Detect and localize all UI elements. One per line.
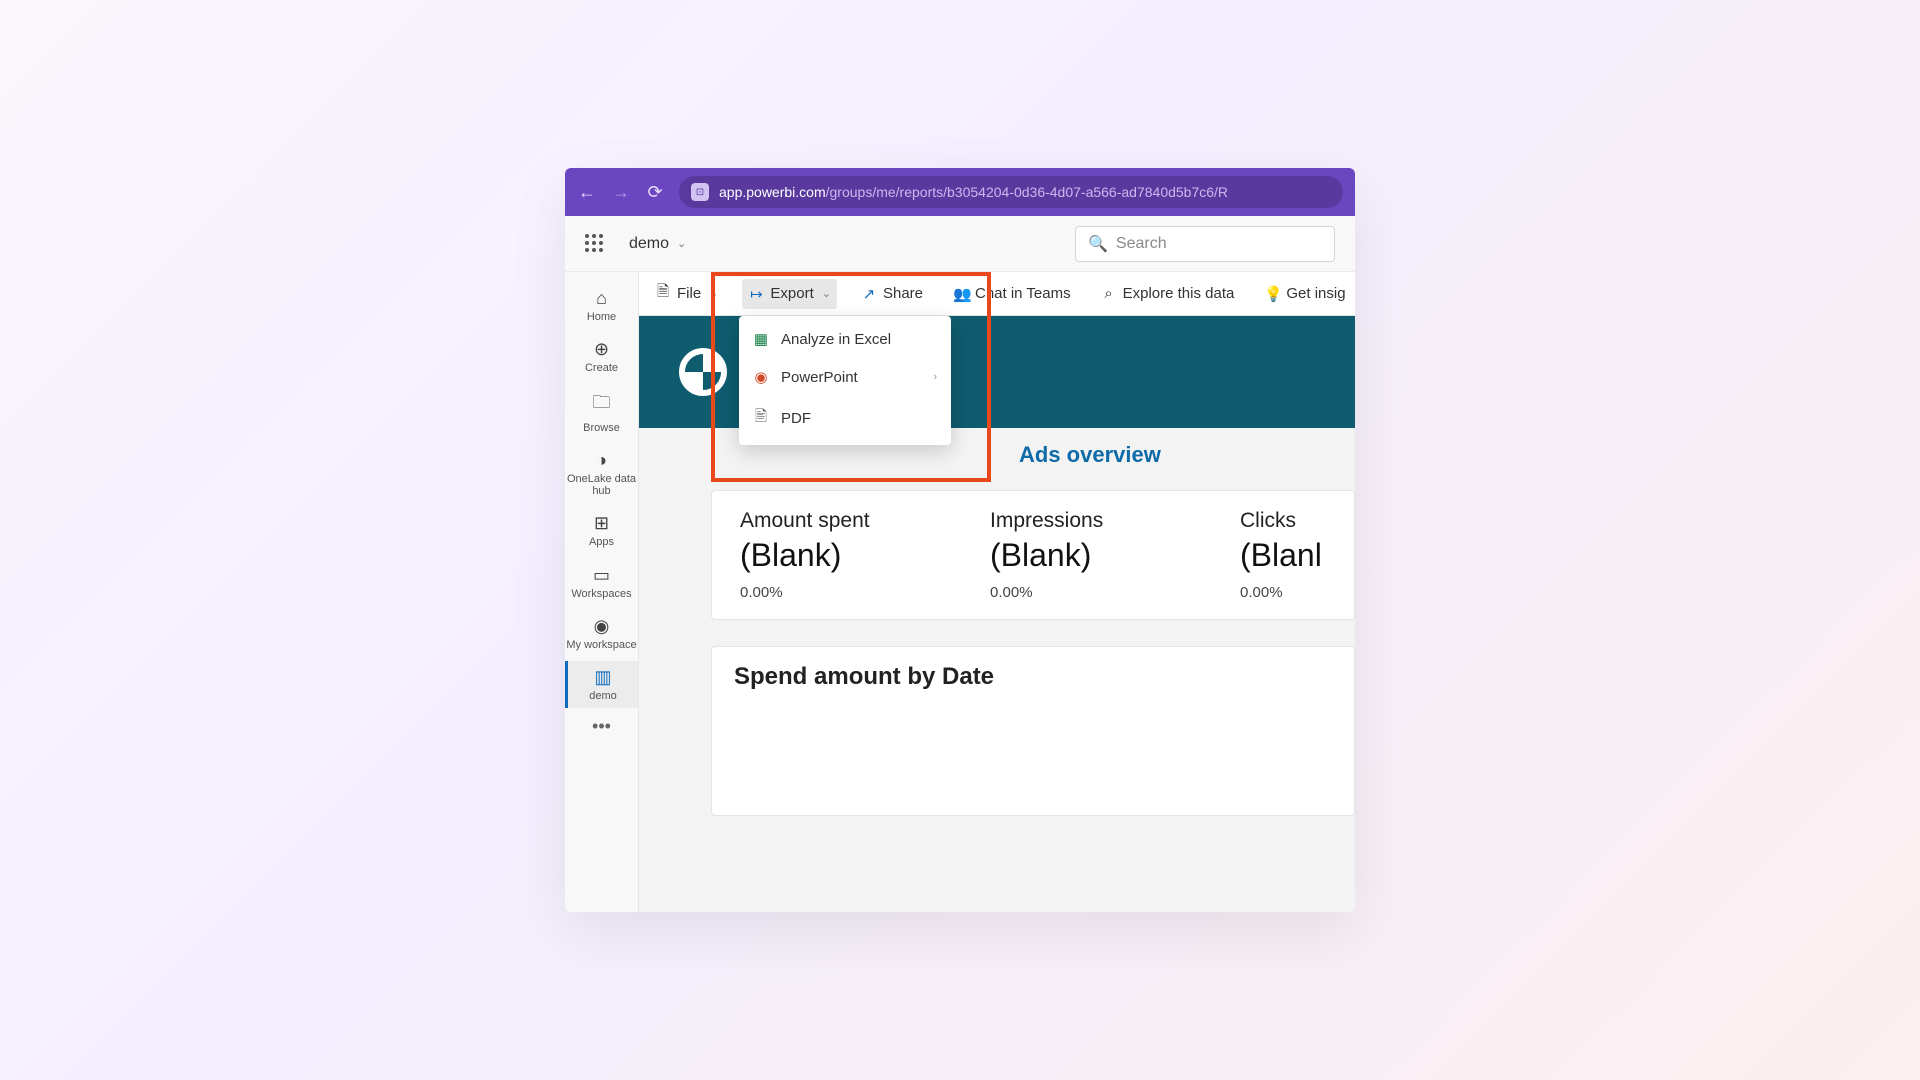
- browser-chrome: ← → ⟳ ⊡ app.powerbi.com/groups/me/report…: [565, 168, 1355, 216]
- export-dropdown: ▦ Analyze in Excel ◉ PowerPoint › 🖹 PDF: [739, 316, 951, 445]
- toolbar-explore-label: Explore this data: [1123, 285, 1235, 302]
- sidebar-item-label: Workspaces: [571, 588, 631, 600]
- back-button[interactable]: ←: [577, 182, 597, 203]
- search-icon: 🔍: [1088, 234, 1108, 254]
- toolbar-chat-label: Chat in Teams: [975, 285, 1071, 302]
- sidebar-item-label: Home: [587, 311, 616, 323]
- chart-title: Spend amount by Date: [734, 663, 1332, 691]
- kpi-title: Clicks: [1240, 509, 1355, 533]
- kpi-value: (Blank): [740, 537, 934, 574]
- toolbar-chat-teams[interactable]: 👥 Chat in Teams: [947, 279, 1077, 309]
- left-nav: ⌂ Home ⊕ Create 🗀 Browse ◑ OneLake data …: [565, 272, 639, 912]
- sidebar-item-browse[interactable]: 🗀 Browse: [565, 384, 638, 440]
- kpi-card-impressions[interactable]: Impressions (Blank) 0.00%: [962, 509, 1212, 601]
- sidebar-item-create[interactable]: ⊕ Create: [565, 333, 638, 380]
- kpi-card-row: Amount spent (Blank) 0.00% Impressions (…: [711, 490, 1355, 620]
- export-powerpoint[interactable]: ◉ PowerPoint ›: [739, 358, 951, 396]
- kpi-title: Impressions: [990, 509, 1184, 533]
- home-icon: ⌂: [596, 288, 607, 309]
- pdf-icon: 🖹: [753, 406, 769, 431]
- address-bar[interactable]: ⊡ app.powerbi.com/groups/me/reports/b305…: [679, 176, 1343, 208]
- app-launcher-icon[interactable]: [585, 234, 605, 254]
- sidebar-item-workspaces[interactable]: ▭ Workspaces: [565, 559, 638, 606]
- excel-icon: ▦: [753, 330, 769, 348]
- chevron-down-icon: ⌄: [709, 287, 718, 300]
- reload-button[interactable]: ⟳: [645, 182, 665, 203]
- toolbar-file[interactable]: 🗎 File ⌄: [649, 275, 724, 312]
- forward-button[interactable]: →: [611, 182, 631, 203]
- toolbar-insights-label: Get insig: [1286, 285, 1345, 302]
- report-toolbar: 🗎 File ⌄ ↦ Export ⌄ ↗ Share 👥 Chat in Te…: [639, 272, 1355, 316]
- kpi-card-clicks[interactable]: Clicks (Blanl 0.00%: [1212, 509, 1355, 601]
- toolbar-explore[interactable]: ⌕ Explore this data: [1095, 279, 1241, 308]
- kpi-sub: 0.00%: [740, 584, 934, 601]
- sidebar-item-label: OneLake data hub: [565, 473, 638, 497]
- sidebar-item-label: Apps: [589, 536, 614, 548]
- workspaces-icon: ▭: [593, 565, 610, 586]
- sidebar-item-label: Browse: [583, 422, 620, 434]
- kpi-sub: 0.00%: [1240, 584, 1355, 601]
- sidebar-item-label: demo: [589, 690, 617, 702]
- banner-logo-icon: [679, 348, 727, 396]
- binoculars-icon: ⌕: [1101, 285, 1117, 302]
- sidebar-item-demo[interactable]: ▥ demo: [565, 661, 638, 708]
- file-icon: 🗎: [655, 281, 671, 306]
- teams-icon: 👥: [953, 285, 969, 303]
- export-pdf-label: PDF: [781, 410, 811, 427]
- kpi-value: (Blanl: [1240, 537, 1355, 574]
- export-icon: ↦: [748, 285, 764, 303]
- toolbar-export-label: Export: [770, 285, 813, 302]
- sidebar-item-myworkspace[interactable]: ◉ My workspace: [565, 610, 638, 657]
- sidebar-item-home[interactable]: ⌂ Home: [565, 282, 638, 329]
- plus-circle-icon: ⊕: [594, 339, 609, 360]
- report-icon: ▥: [594, 667, 611, 688]
- export-analyze-label: Analyze in Excel: [781, 331, 891, 348]
- toolbar-file-label: File: [677, 285, 701, 302]
- kpi-card-amount-spent[interactable]: Amount spent (Blank) 0.00%: [712, 509, 962, 601]
- app-top-bar: demo ⌄ 🔍 Search: [565, 216, 1355, 272]
- screenshot-frame: ← → ⟳ ⊡ app.powerbi.com/groups/me/report…: [565, 168, 1355, 912]
- site-info-icon[interactable]: ⊡: [691, 183, 709, 201]
- powerpoint-icon: ◉: [753, 368, 769, 386]
- export-analyze-excel[interactable]: ▦ Analyze in Excel: [739, 320, 951, 358]
- folder-icon: 🗀: [593, 390, 611, 420]
- search-placeholder: Search: [1116, 235, 1167, 253]
- url-host: app.powerbi.com: [719, 184, 826, 200]
- chevron-right-icon: ›: [933, 371, 937, 383]
- workspace-breadcrumb[interactable]: demo ⌄: [629, 235, 686, 253]
- url-path: /groups/me/reports/b3054204-0d36-4d07-a5…: [826, 184, 1228, 200]
- chevron-down-icon: ⌄: [822, 287, 831, 300]
- globe-icon: ◑: [596, 450, 607, 471]
- report-content: 🗎 File ⌄ ↦ Export ⌄ ↗ Share 👥 Chat in Te…: [639, 272, 1355, 912]
- sidebar-item-label: Create: [585, 362, 618, 374]
- chart-spend-by-date[interactable]: Spend amount by Date: [711, 646, 1355, 816]
- export-pdf[interactable]: 🖹 PDF: [739, 396, 951, 441]
- toolbar-share-label: Share: [883, 285, 923, 302]
- toolbar-insights[interactable]: 💡 Get insig: [1258, 279, 1351, 309]
- sidebar-item-label: My workspace: [566, 639, 636, 651]
- person-icon: ◉: [594, 616, 610, 637]
- toolbar-share[interactable]: ↗ Share: [855, 279, 929, 309]
- sidebar-more[interactable]: •••: [592, 716, 611, 737]
- sidebar-item-apps[interactable]: ⊞ Apps: [565, 507, 638, 554]
- main-area: ⌂ Home ⊕ Create 🗀 Browse ◑ OneLake data …: [565, 272, 1355, 912]
- kpi-title: Amount spent: [740, 509, 934, 533]
- bulb-icon: 💡: [1264, 285, 1280, 303]
- toolbar-export[interactable]: ↦ Export ⌄: [742, 279, 837, 309]
- export-powerpoint-label: PowerPoint: [781, 369, 858, 386]
- kpi-value: (Blank): [990, 537, 1184, 574]
- chevron-down-icon: ⌄: [677, 237, 686, 250]
- apps-icon: ⊞: [594, 513, 609, 534]
- share-icon: ↗: [861, 285, 877, 303]
- sidebar-item-onelake[interactable]: ◑ OneLake data hub: [565, 444, 638, 503]
- workspace-name: demo: [629, 235, 669, 253]
- kpi-sub: 0.00%: [990, 584, 1184, 601]
- search-input[interactable]: 🔍 Search: [1075, 226, 1335, 262]
